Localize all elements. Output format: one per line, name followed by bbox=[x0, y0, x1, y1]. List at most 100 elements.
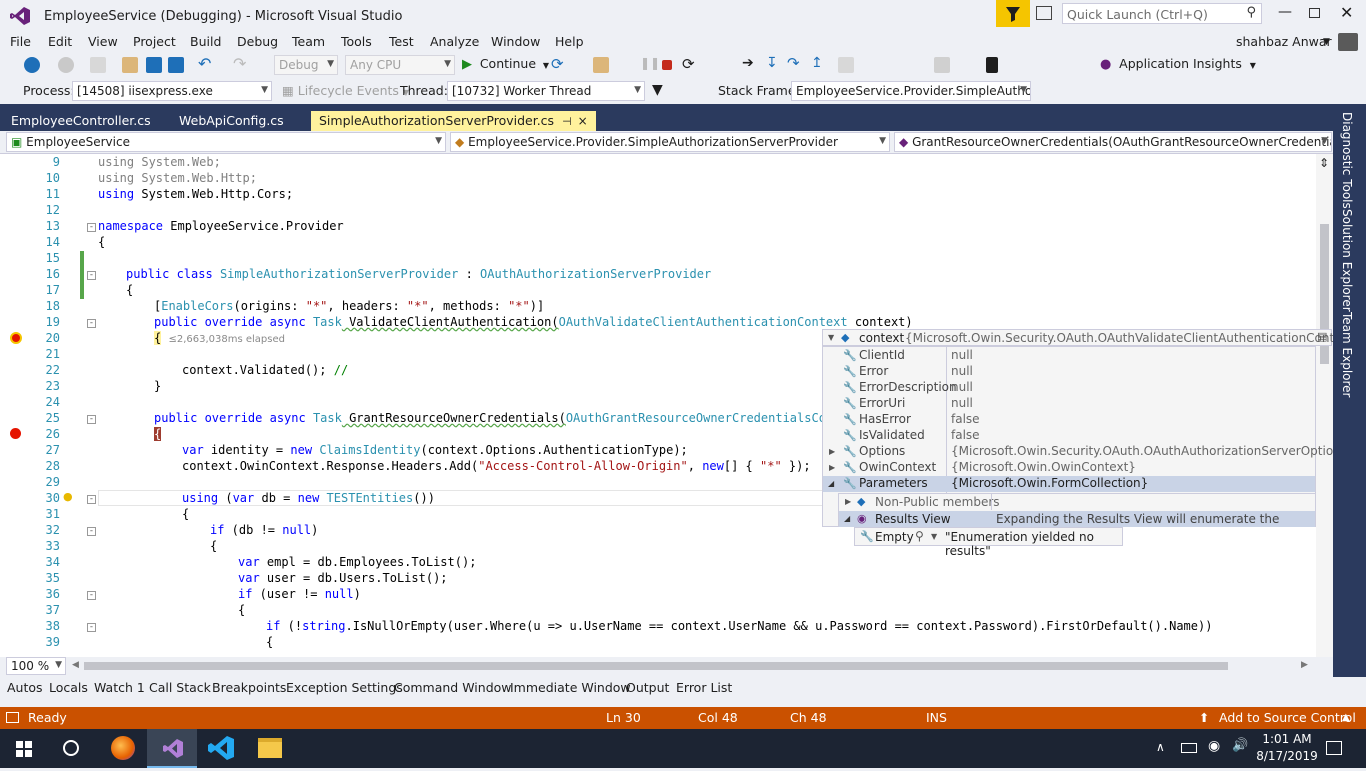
collapse-icon[interactable]: - bbox=[87, 591, 96, 600]
scroll-left-icon[interactable]: ◀ bbox=[72, 660, 79, 670]
chevron-down-icon[interactable]: ▼ bbox=[931, 532, 937, 541]
member-nav-select[interactable]: ◆ GrantResourceOwnerCredentials(OAuthGra… bbox=[894, 132, 1332, 152]
collapse-icon[interactable]: - bbox=[87, 415, 96, 424]
chevron-down-icon[interactable]: ▼ bbox=[828, 333, 834, 342]
application-insights-button[interactable]: ● Application Insights ▼ bbox=[1100, 56, 1256, 72]
pin-icon[interactable]: ▤ bbox=[1317, 330, 1327, 343]
class-nav-select[interactable]: ◆ EmployeeService.Provider.SimpleAuthori… bbox=[450, 132, 890, 152]
close-button[interactable]: ✕ bbox=[1340, 3, 1353, 22]
menu-file[interactable]: File bbox=[10, 34, 31, 49]
redo-icon[interactable]: ↷ bbox=[233, 54, 246, 73]
lightbulb-icon[interactable]: ● bbox=[63, 490, 73, 503]
datatip-row-selected[interactable]: ◢ 🔧 Parameters {Microsoft.Owin.FormCollecti… bbox=[823, 476, 1315, 492]
save-icon[interactable] bbox=[146, 57, 162, 73]
menu-team[interactable]: Team bbox=[292, 34, 325, 49]
datatip-row[interactable]: 🔧 ErrorDescription null bbox=[823, 380, 1315, 396]
tab-solution-explorer[interactable]: Solution Explorer bbox=[1340, 209, 1354, 312]
tab-diagnostic-tools[interactable]: Diagnostic Tools bbox=[1340, 112, 1354, 209]
attach-icon[interactable] bbox=[593, 57, 609, 73]
clock-time[interactable]: 1:01 AM bbox=[1262, 732, 1312, 746]
filter-icon[interactable]: ▼ bbox=[652, 82, 663, 98]
menu-edit[interactable]: Edit bbox=[48, 34, 72, 49]
notifications-icon[interactable] bbox=[1326, 741, 1342, 755]
datatip-row[interactable]: 🔧 IsValidated false bbox=[823, 428, 1315, 444]
stack-frame-select[interactable]: EmployeeService.Provider.SimpleAuthoriz ▼ bbox=[791, 81, 1031, 101]
tab-autos[interactable]: Autos bbox=[7, 680, 43, 695]
chevron-down-icon[interactable]: ▼ bbox=[1323, 37, 1330, 47]
wifi-icon[interactable]: ◉ bbox=[1208, 738, 1220, 754]
new-project-icon[interactable] bbox=[90, 57, 106, 73]
tray-chevron-up-icon[interactable]: ∧ bbox=[1156, 740, 1165, 754]
menu-help[interactable]: Help bbox=[555, 34, 584, 49]
collapse-icon[interactable]: - bbox=[87, 495, 96, 504]
solution-platform-select[interactable]: Any CPU ▼ bbox=[345, 55, 455, 75]
menu-project[interactable]: Project bbox=[133, 34, 176, 49]
windows-start-icon[interactable] bbox=[16, 741, 32, 757]
restart-debug-icon[interactable]: ⟳ bbox=[682, 55, 695, 73]
horizontal-scroll-thumb[interactable] bbox=[84, 662, 1228, 670]
vertical-scrollbar[interactable]: ⇕ bbox=[1316, 154, 1333, 657]
battery-icon[interactable] bbox=[1181, 743, 1197, 753]
breakpoint-icon[interactable] bbox=[10, 428, 21, 439]
collapse-icon[interactable]: - bbox=[87, 223, 96, 232]
datatip-row[interactable]: ▶ ◆ Non-Public members bbox=[839, 494, 1315, 510]
datatip-row[interactable]: 🔧 ClientId null bbox=[823, 348, 1315, 364]
vscode-icon[interactable] bbox=[208, 736, 234, 760]
minimize-button[interactable]: — bbox=[1278, 4, 1292, 20]
tab-locals[interactable]: Locals bbox=[49, 680, 88, 695]
chevron-right-icon[interactable]: ▶ bbox=[845, 497, 851, 506]
search-icon[interactable]: ⚲ bbox=[915, 529, 924, 543]
avatar[interactable] bbox=[1338, 33, 1358, 51]
undo-icon[interactable]: ↶ bbox=[198, 54, 211, 73]
open-file-icon[interactable] bbox=[122, 57, 138, 73]
chevron-down-icon[interactable]: ◢ bbox=[844, 514, 850, 523]
tab-watch-1[interactable]: Watch 1 bbox=[94, 680, 145, 695]
chevron-up-icon[interactable]: ▲ bbox=[1342, 712, 1350, 723]
tab-call-stack[interactable]: Call Stack bbox=[149, 680, 211, 695]
step-into-icon[interactable]: ↧ bbox=[766, 55, 778, 71]
user-name[interactable]: shahbaz Anwar bbox=[1236, 34, 1332, 49]
datatip-header[interactable]: ▼ ◆ context {Microsoft.Owin.Security.OAu… bbox=[822, 329, 1361, 346]
datatip-row-selected[interactable]: ◢ ◉ Results View Expanding the Results V… bbox=[839, 511, 1315, 540]
feedback-icon[interactable] bbox=[1036, 6, 1052, 20]
zoom-select[interactable]: 100 % ▼ bbox=[6, 657, 66, 675]
forward-icon[interactable] bbox=[58, 57, 74, 73]
scroll-right-icon[interactable]: ▶ bbox=[1301, 660, 1308, 670]
step-over-icon[interactable]: ↷ bbox=[787, 54, 800, 72]
datatip-row[interactable]: ▶ 🔧 Options {Microsoft.Owin.Security.OAuth.… bbox=[823, 444, 1355, 460]
menu-test[interactable]: Test bbox=[389, 34, 414, 49]
quick-launch-input[interactable]: Quick Launch (Ctrl+Q) ⚲ bbox=[1062, 3, 1262, 24]
bookmark-icon[interactable] bbox=[986, 57, 998, 73]
collapse-icon[interactable]: - bbox=[87, 271, 96, 280]
taskbar-active-app[interactable] bbox=[147, 729, 197, 768]
menu-view[interactable]: View bbox=[88, 34, 118, 49]
pause-icon[interactable]: ❚❚ bbox=[640, 56, 660, 70]
chevron-down-icon[interactable]: ◢ bbox=[828, 479, 834, 488]
save-all-icon[interactable] bbox=[168, 57, 184, 73]
search-icon[interactable] bbox=[63, 740, 79, 756]
split-icon[interactable]: ⇕ bbox=[1319, 156, 1329, 170]
tab-webapi-config[interactable]: WebApiConfig.cs bbox=[171, 111, 292, 131]
project-nav-select[interactable]: ▣ EmployeeService ▼ bbox=[6, 132, 446, 152]
restart-icon[interactable]: ⟳ bbox=[551, 55, 564, 73]
chevron-right-icon[interactable]: ▶ bbox=[829, 447, 835, 456]
menu-debug[interactable]: Debug bbox=[237, 34, 278, 49]
menu-build[interactable]: Build bbox=[190, 34, 221, 49]
menu-window[interactable]: Window bbox=[491, 34, 540, 49]
datatip-row[interactable]: 🔧 Error null bbox=[823, 364, 1315, 380]
tab-error-list[interactable]: Error List bbox=[676, 680, 732, 695]
menu-tools[interactable]: Tools bbox=[341, 34, 372, 49]
solution-configuration-select[interactable]: Debug ▼ bbox=[274, 55, 338, 75]
volume-icon[interactable]: 🔊 bbox=[1232, 738, 1248, 753]
process-select[interactable]: [14508] iisexpress.exe ▼ bbox=[72, 81, 272, 101]
collapse-icon[interactable]: - bbox=[87, 623, 96, 632]
menu-analyze[interactable]: Analyze bbox=[430, 34, 479, 49]
hex-display-icon[interactable] bbox=[838, 57, 854, 73]
tab-immediate-window[interactable]: Immediate Window bbox=[510, 680, 631, 695]
chevron-right-icon[interactable]: ▶ bbox=[829, 463, 835, 472]
tab-output[interactable]: Output bbox=[626, 680, 669, 695]
step-out-icon[interactable]: ↥ bbox=[811, 55, 823, 71]
collapse-icon[interactable]: - bbox=[87, 527, 96, 536]
firefox-icon[interactable] bbox=[111, 736, 135, 760]
close-icon[interactable]: × bbox=[578, 114, 588, 128]
